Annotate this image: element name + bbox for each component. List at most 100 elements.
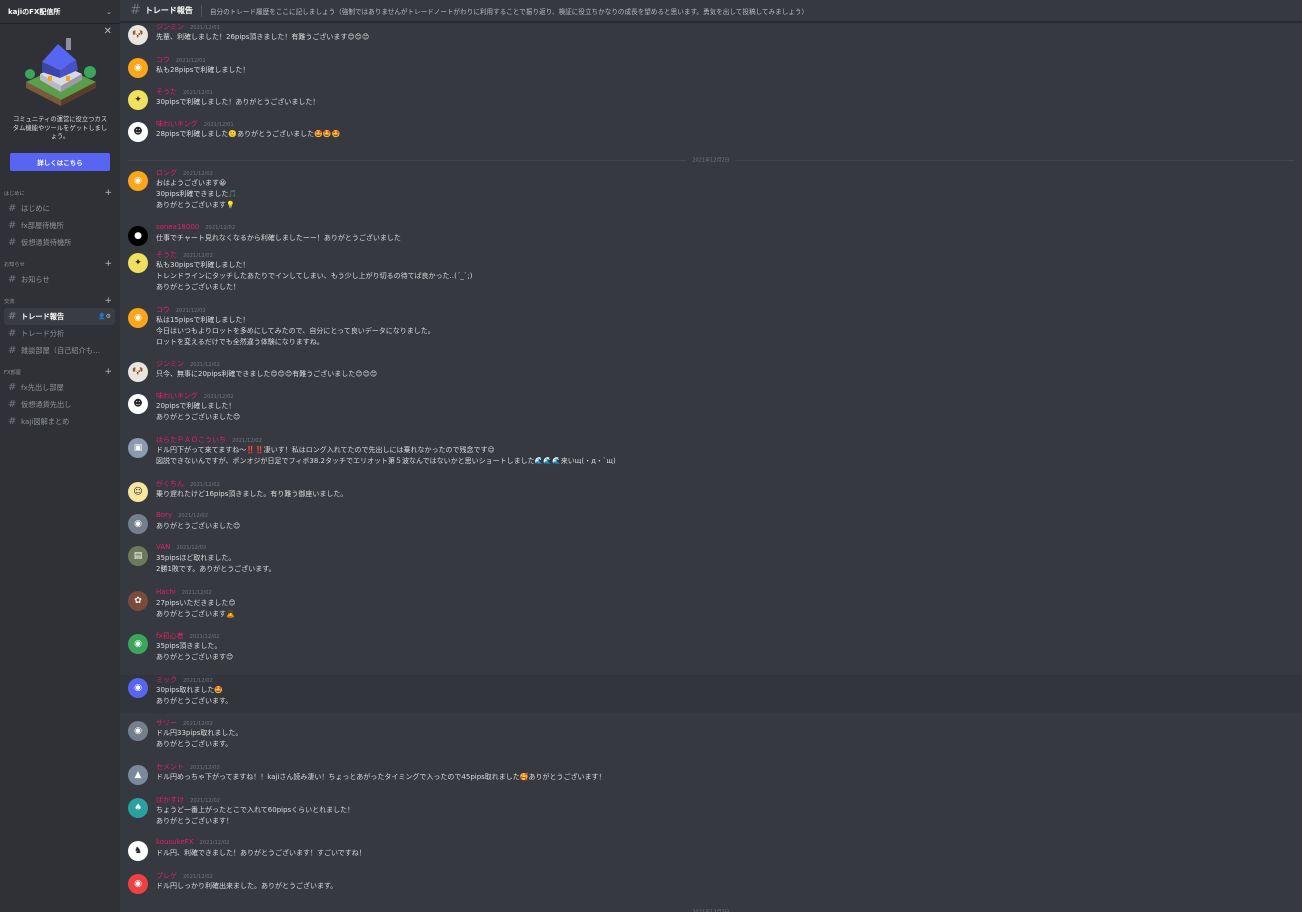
user-avatar[interactable]: ◉ — [128, 171, 148, 191]
category-header[interactable]: FX部屋 + — [0, 365, 120, 379]
sidebar-channel-item[interactable]: # fx先出し部屋 — [4, 379, 115, 396]
message-author[interactable]: fx初心者 — [156, 631, 184, 641]
message[interactable]: ◉ コウ 2021/12/01 私も28pipsで利確しました！ — [120, 55, 1302, 82]
message-author[interactable]: ロング — [156, 168, 177, 178]
message[interactable]: 🐶 ジンミン 2021/12/01 先輩、利確しました！26pips頂きました！有難う… — [120, 22, 1302, 49]
message[interactable]: ☻ 味わいキング 2021/12/02 20pipsで利確しました！ ありがとうございま… — [120, 391, 1302, 429]
message-author[interactable]: VAN — [156, 543, 170, 551]
channel-label-group: # トレード報告 — [8, 311, 64, 322]
user-avatar[interactable]: ☺ — [128, 482, 148, 502]
message-timestamp: 2021/12/02 — [183, 874, 213, 880]
message[interactable]: ♠ ばかすけ 2021/12/02 ちょうど一番上がったとこで入れて60pipsくらい… — [120, 795, 1302, 833]
message[interactable]: ▲ セメント 2021/12/02 ドル円めっちゃ下がってますね！！kajiさん読み凄… — [120, 762, 1302, 789]
message-author[interactable]: ジンミン — [156, 22, 184, 32]
message[interactable]: ◉ ブレゲ 2021/12/02 ドル円しっかり利確出来ました。ありがとうございます。 — [120, 871, 1302, 898]
user-avatar[interactable]: ◉ — [128, 514, 148, 534]
user-avatar[interactable]: ♠ — [128, 798, 148, 818]
message-author[interactable]: Bory — [156, 511, 172, 519]
channel-settings-icons[interactable]: 👤⚙ — [98, 313, 111, 320]
chevron-down-icon[interactable]: ⌄ — [106, 8, 112, 16]
user-avatar[interactable]: ◉ — [128, 678, 148, 698]
message[interactable]: ◉ Bory 2021/12/02 ありがとうございました😊 — [120, 511, 1302, 538]
message[interactable]: 🐶 ジンミン 2021/12/02 只今、無事に20pips利確できました😊😊😊有難う… — [120, 359, 1302, 386]
user-avatar[interactable]: ◉ — [128, 874, 148, 894]
message-author[interactable]: はらたＰＡＯこういち — [156, 435, 226, 445]
sidebar-channel-item[interactable]: # 仮想通貨待機所 — [4, 234, 115, 251]
message[interactable]: ♞ kousukeFX 2021/12/02 ドル円、利確できました！ありがとうござい… — [120, 838, 1302, 865]
sidebar-channel-item[interactable]: # kaji図解まとめ — [4, 413, 115, 430]
user-avatar[interactable]: ▤ — [128, 546, 148, 566]
message-timestamp: 2021/12/02 — [181, 590, 212, 596]
message[interactable]: ✦ そうた 2021/12/01 30pipsで利確しました！ありがとうございました！ — [120, 87, 1302, 114]
message[interactable]: ✦ そうた 2021/12/02 私も30pipsで利確しました！ トレンドラインにタッ… — [120, 250, 1302, 299]
message[interactable]: ☻ 味わいキング 2021/12/01 28pipsで利確しました🙂ありがとうございま… — [120, 119, 1302, 146]
user-avatar[interactable]: ▲ — [128, 765, 148, 785]
user-avatar[interactable]: ◉ — [128, 634, 148, 654]
message-author[interactable]: ミック — [156, 675, 177, 685]
message-timestamp: 2021/12/02 — [203, 394, 234, 400]
learn-more-button[interactable]: 詳しくはこちら — [10, 153, 110, 171]
sidebar-channel-item[interactable]: # お知らせ — [4, 271, 115, 288]
close-icon[interactable]: ✕ — [104, 26, 112, 37]
sidebar-channel-item[interactable]: # fx部屋待機所 — [4, 217, 115, 234]
user-avatar[interactable]: ◉ — [128, 58, 148, 78]
message-author[interactable]: そうた — [156, 87, 177, 97]
user-avatar[interactable]: ✦ — [128, 253, 148, 273]
sidebar-channel-item[interactable]: # トレード分析 — [4, 325, 115, 342]
message-author[interactable]: ブレゲ — [156, 871, 177, 881]
category-header[interactable]: 交流 + — [0, 294, 120, 308]
user-avatar[interactable]: ✿ — [128, 591, 148, 611]
message-author[interactable]: そうた — [156, 250, 177, 260]
message[interactable]: ● sonea18000 2021/12/02 仕事でチャート見れなくなるから利確しま… — [120, 223, 1302, 250]
message-author[interactable]: がくちん — [156, 479, 184, 489]
message-author[interactable]: 味わいキング — [156, 119, 198, 129]
message-timestamp: 2021/12/02 — [189, 634, 220, 640]
message-author[interactable]: 味わいキング — [156, 391, 198, 401]
message-author[interactable]: Hachi — [156, 588, 176, 596]
user-avatar[interactable]: 🐶 — [128, 25, 148, 45]
message[interactable]: ▤ VAN 2021/12/02 35pipsほど取れました。 2勝1敗です。ありがとう… — [120, 543, 1302, 581]
message[interactable]: ◉ サリー 2021/12/02 ドル円33pips取れました。 ありがとうございます。 — [120, 718, 1302, 756]
server-header[interactable]: kajiのFX配信所 ⌄ — [0, 0, 120, 24]
message-author[interactable]: サリー — [156, 718, 177, 728]
category-header[interactable]: はじめに + — [0, 186, 120, 200]
sidebar-channel-item[interactable]: # トレード報告 👤⚙ — [4, 308, 115, 325]
user-avatar[interactable]: ● — [128, 226, 148, 246]
message[interactable]: ✿ Hachi 2021/12/02 27pipsいただきました😊 ありがとうございます… — [120, 588, 1302, 626]
message[interactable]: ◉ ロング 2021/12/02 おはようございます😀 30pips利確できました🎵 あり… — [120, 168, 1302, 217]
message-author[interactable]: ばかすけ — [156, 795, 184, 805]
user-avatar[interactable]: ▣ — [128, 438, 148, 458]
category-header[interactable]: お知らせ + — [0, 257, 120, 271]
channel-label-group: # 雑談部屋（自己紹介も… — [8, 345, 100, 356]
message[interactable]: ☺ がくちん 2021/12/02 乗り遅れたけど16pips頂きました。有り難う御座… — [120, 479, 1302, 506]
user-avatar[interactable]: ✦ — [128, 90, 148, 110]
message-header: コウ 2021/12/02 — [156, 305, 1302, 315]
add-channel-icon[interactable]: + — [104, 296, 112, 306]
message-text: おはようございます😀 — [156, 179, 227, 187]
sidebar-channel-item[interactable]: # はじめに — [4, 200, 115, 217]
message[interactable]: ◉ ミック 2021/12/02 30pips取れました🤩 ありがとうございます。 — [120, 675, 1302, 713]
message-author[interactable]: sonea18000 — [156, 223, 199, 231]
message[interactable]: ◉ コウ 2021/12/02 私は15pipsで利確しました！ 今日はいつもよりロット… — [120, 305, 1302, 354]
message[interactable]: ▣ はらたＰＡＯこういち 2021/12/02 ドル円下がって来てますね〜‼️‼️凄い… — [120, 435, 1302, 473]
add-channel-icon[interactable]: + — [104, 367, 112, 377]
user-avatar[interactable]: ☻ — [128, 394, 148, 414]
message-author[interactable]: ジンミン — [156, 359, 184, 369]
message[interactable]: ◉ fx初心者 2021/12/02 35pips頂きました。 ありがとうございます😊 — [120, 631, 1302, 669]
sidebar-channel-item[interactable]: # 仮想通貨先出し — [4, 396, 115, 413]
channel-hash-icon: # — [8, 311, 17, 322]
user-avatar[interactable]: ☻ — [128, 122, 148, 142]
channel-topic[interactable]: 自分のトレード履歴をここに記しましょう（強制ではありませんがトレードノートがわり… — [210, 6, 808, 16]
message-author[interactable]: コウ — [156, 55, 170, 65]
add-channel-icon[interactable]: + — [104, 188, 112, 198]
channel-name: トレード分析 — [21, 328, 65, 338]
user-avatar[interactable]: ◉ — [128, 308, 148, 328]
user-avatar[interactable]: ◉ — [128, 721, 148, 741]
message-author[interactable]: kousukeFX — [156, 838, 194, 846]
message-author[interactable]: コウ — [156, 305, 170, 315]
user-avatar[interactable]: 🐶 — [128, 362, 148, 382]
sidebar-channel-item[interactable]: # 雑談部屋（自己紹介も… — [4, 342, 115, 359]
message-author[interactable]: セメント — [156, 762, 184, 772]
user-avatar[interactable]: ♞ — [128, 841, 148, 861]
add-channel-icon[interactable]: + — [104, 259, 112, 269]
